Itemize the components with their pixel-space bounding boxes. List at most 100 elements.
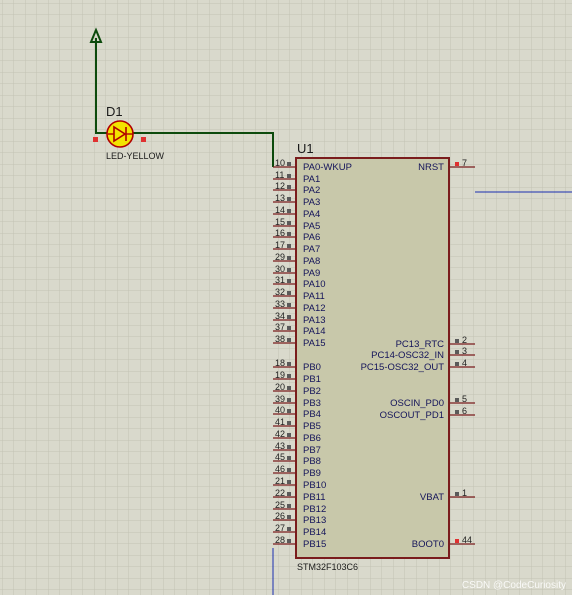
pin-number: 44	[462, 535, 472, 545]
pin-label: PB15	[303, 539, 326, 550]
pin-marker	[455, 492, 459, 496]
led-value-label: LED-YELLOW	[106, 151, 165, 161]
led-pin-marker-right	[141, 137, 146, 142]
pin-marker	[455, 162, 459, 166]
pin-marker	[287, 279, 291, 283]
pin-label: OSCIN_PD0	[390, 398, 444, 409]
pin-label: PB5	[303, 421, 321, 432]
pin-marker	[287, 504, 291, 508]
pin-number: 29	[275, 252, 285, 262]
pin-label: PA15	[303, 338, 326, 349]
pin-label: PA10	[303, 279, 326, 290]
pin-number: 43	[275, 441, 285, 451]
pin-marker	[455, 350, 459, 354]
pin-label: PA11	[303, 291, 325, 302]
pin-label: PB13	[303, 515, 326, 526]
pin-label: PB1	[303, 374, 321, 385]
pin-label: PB0	[303, 362, 321, 373]
pin-marker	[287, 209, 291, 213]
pin-label: VBAT	[420, 492, 444, 503]
pin-number: 30	[275, 264, 285, 274]
pin-label: PB12	[303, 504, 326, 515]
pin-number: 31	[275, 275, 285, 285]
pin-marker	[287, 468, 291, 472]
pin-label: OSCOUT_PD1	[380, 410, 444, 421]
pin-label: PB9	[303, 468, 321, 479]
pin-marker	[287, 433, 291, 437]
pin-marker	[287, 409, 291, 413]
pin-label: PB7	[303, 445, 321, 456]
pin-marker	[455, 539, 459, 543]
pin-label: PA14	[303, 326, 326, 337]
pin-number: 3	[462, 346, 467, 356]
pin-marker	[455, 398, 459, 402]
pin-number: 39	[275, 394, 285, 404]
pin-marker	[287, 221, 291, 225]
pin-number: 5	[462, 394, 467, 404]
pin-number: 38	[275, 334, 285, 344]
pin-label: PA6	[303, 232, 320, 243]
pin-number: 27	[275, 523, 285, 533]
pin-marker	[287, 421, 291, 425]
pin-label: PB6	[303, 433, 321, 444]
pin-marker	[287, 244, 291, 248]
pin-marker	[287, 386, 291, 390]
schematic-canvas[interactable]: D1 LED-YELLOW U1 STM32F103C6 10 PA0-WKUP 1…	[0, 0, 572, 595]
led-ref-label: D1	[106, 104, 123, 119]
pin-number: 1	[462, 488, 467, 498]
pin-label: PB3	[303, 398, 321, 409]
pin-marker	[287, 480, 291, 484]
pin-label: PC14-OSC32_IN	[371, 350, 444, 361]
pin-marker	[455, 362, 459, 366]
pin-number: 46	[275, 464, 285, 474]
pin-number: 21	[275, 476, 285, 486]
pin-label: PA2	[303, 185, 320, 196]
pin-number: 7	[462, 158, 467, 168]
pin-label: PB2	[303, 386, 321, 397]
pin-number: 20	[275, 382, 285, 392]
pin-label: PB10	[303, 480, 326, 491]
pin-number: 40	[275, 405, 285, 415]
pin-marker	[287, 174, 291, 178]
pin-number: 41	[275, 417, 285, 427]
pin-label: BOOT0	[412, 539, 444, 550]
pin-marker	[287, 515, 291, 519]
led-pin-marker-left	[93, 137, 98, 142]
pin-marker	[287, 539, 291, 543]
pin-number: 12	[275, 181, 285, 191]
pin-marker	[455, 410, 459, 414]
pin-label: PC13_RTC	[396, 339, 445, 350]
pin-number: 13	[275, 193, 285, 203]
pin-number: 6	[462, 406, 467, 416]
pin-marker	[287, 362, 291, 366]
pin-label: PA12	[303, 303, 326, 314]
pin-number: 32	[275, 287, 285, 297]
pin-marker	[287, 268, 291, 272]
pin-marker	[287, 374, 291, 378]
pin-label: PB14	[303, 527, 326, 538]
pin-number: 45	[275, 452, 285, 462]
pin-number: 11	[275, 170, 284, 180]
pin-number: 22	[275, 488, 285, 498]
pin-number: 34	[275, 311, 285, 321]
pin-number: 18	[275, 358, 285, 368]
pin-marker	[287, 256, 291, 260]
pin-label: PA7	[303, 244, 320, 255]
pin-marker	[287, 492, 291, 496]
led-diode-icon[interactable]	[106, 120, 134, 148]
pin-marker	[287, 162, 291, 166]
schematic-svg: D1 LED-YELLOW U1 STM32F103C6 10 PA0-WKUP 1…	[0, 0, 572, 595]
pin-label: NRST	[418, 162, 444, 173]
pin-marker	[287, 527, 291, 531]
ic-ref-label: U1	[297, 141, 314, 156]
pin-marker	[287, 232, 291, 236]
pin-marker	[287, 197, 291, 201]
pin-label: PA1	[303, 174, 320, 185]
pin-label: PA9	[303, 268, 320, 279]
pin-number: 14	[275, 205, 285, 215]
pin-marker	[287, 398, 291, 402]
pin-number: 2	[462, 335, 467, 345]
pin-marker	[287, 456, 291, 460]
pin-number: 4	[462, 358, 467, 368]
pin-number: 15	[275, 217, 285, 227]
